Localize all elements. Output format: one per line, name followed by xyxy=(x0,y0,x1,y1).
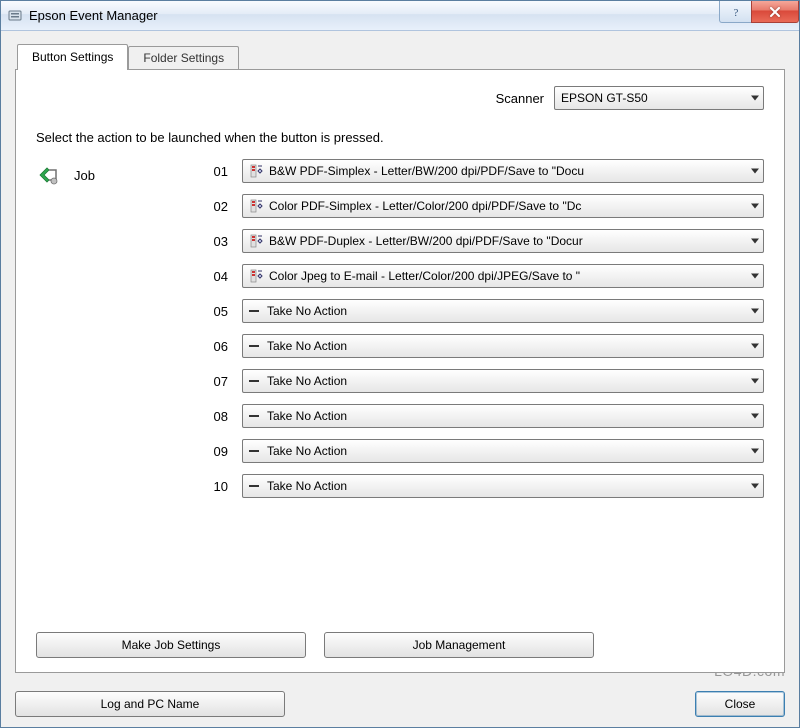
scanner-select[interactable]: EPSON GT-S50 xyxy=(554,86,764,110)
job-select[interactable]: Take No Action xyxy=(242,369,764,393)
job-management-button[interactable]: Job Management xyxy=(324,632,594,658)
job-select-value: Take No Action xyxy=(267,304,347,318)
job-select-value: Color Jpeg to E-mail - Letter/Color/200 … xyxy=(269,269,580,283)
chevron-down-icon xyxy=(751,309,759,314)
job-number: 05 xyxy=(206,304,228,319)
job-number: 06 xyxy=(206,339,228,354)
job-number: 02 xyxy=(206,199,228,214)
make-job-settings-button[interactable]: Make Job Settings xyxy=(36,632,306,658)
job-select[interactable]: Take No Action xyxy=(242,334,764,358)
chevron-down-icon xyxy=(751,344,759,349)
panel-button-row: Make Job Settings Job Management xyxy=(36,632,764,658)
job-row: 03 B&W PDF-Duplex - Letter/BW/200 dpi/PDF… xyxy=(206,229,764,253)
job-number: 07 xyxy=(206,374,228,389)
job-select[interactable]: Take No Action xyxy=(242,404,764,428)
tab-button-settings[interactable]: Button Settings xyxy=(17,44,128,70)
dash-icon xyxy=(249,345,259,347)
job-row: 01 B&W PDF-Simplex - Letter/BW/200 dpi/PD… xyxy=(206,159,764,183)
dash-icon xyxy=(249,310,259,312)
close-button[interactable]: Close xyxy=(695,691,785,717)
chevron-down-icon xyxy=(751,449,759,454)
preset-icon xyxy=(249,198,265,214)
log-pc-name-button[interactable]: Log and PC Name xyxy=(15,691,285,717)
bottom-bar: Log and PC Name Close xyxy=(1,683,799,727)
chevron-down-icon xyxy=(751,379,759,384)
job-area: Job 01 B&W PDF-Simplex - Letter/BW/200 dp… xyxy=(36,159,764,498)
job-number: 04 xyxy=(206,269,228,284)
job-number: 09 xyxy=(206,444,228,459)
job-row: 04 Color Jpeg to E-mail - Letter/Color/20… xyxy=(206,264,764,288)
preset-icon xyxy=(249,163,265,179)
job-select-value: Take No Action xyxy=(267,444,347,458)
job-select-value: Color PDF-Simplex - Letter/Color/200 dpi… xyxy=(269,199,581,213)
app-icon xyxy=(7,8,23,24)
chevron-down-icon xyxy=(751,484,759,489)
job-row: 02 Color PDF-Simplex - Letter/Color/200 d… xyxy=(206,194,764,218)
scanner-label: Scanner xyxy=(496,91,544,106)
job-select-value: Take No Action xyxy=(267,479,347,493)
job-row: 07 Take No Action xyxy=(206,369,764,393)
tab-strip: Button Settings Folder Settings xyxy=(17,44,785,70)
job-select[interactable]: Take No Action xyxy=(242,299,764,323)
tab-label: Folder Settings xyxy=(143,51,224,65)
chevron-down-icon xyxy=(751,96,759,101)
button-label: Job Management xyxy=(413,638,506,652)
job-number: 10 xyxy=(206,479,228,494)
titlebar: Epson Event Manager ? xyxy=(1,1,799,31)
help-button[interactable]: ? xyxy=(719,1,751,23)
chevron-down-icon xyxy=(751,204,759,209)
job-select-value: B&W PDF-Simplex - Letter/BW/200 dpi/PDF/… xyxy=(269,164,584,178)
job-select-value: Take No Action xyxy=(267,409,347,423)
chevron-down-icon xyxy=(751,239,759,244)
job-number: 08 xyxy=(206,409,228,424)
job-select[interactable]: Color PDF-Simplex - Letter/Color/200 dpi… xyxy=(242,194,764,218)
dash-icon xyxy=(249,415,259,417)
job-select[interactable]: Color Jpeg to E-mail - Letter/Color/200 … xyxy=(242,264,764,288)
dash-icon xyxy=(249,380,259,382)
job-select-value: B&W PDF-Duplex - Letter/BW/200 dpi/PDF/S… xyxy=(269,234,583,248)
dash-icon xyxy=(249,450,259,452)
job-rows: 01 B&W PDF-Simplex - Letter/BW/200 dpi/PD… xyxy=(206,159,764,498)
job-row: 09 Take No Action xyxy=(206,439,764,463)
chevron-down-icon xyxy=(751,274,759,279)
app-window: Epson Event Manager ? Button Settings Fo… xyxy=(0,0,800,728)
job-select[interactable]: Take No Action xyxy=(242,439,764,463)
titlebar-buttons: ? xyxy=(719,1,799,30)
scanner-value: EPSON GT-S50 xyxy=(561,91,648,105)
job-number: 03 xyxy=(206,234,228,249)
preset-icon xyxy=(249,268,265,284)
svg-text:?: ? xyxy=(733,7,738,18)
job-select-value: Take No Action xyxy=(267,339,347,353)
dash-icon xyxy=(249,485,259,487)
job-select[interactable]: Take No Action xyxy=(242,474,764,498)
job-row: 10 Take No Action xyxy=(206,474,764,498)
window-close-button[interactable] xyxy=(751,1,799,23)
job-icon xyxy=(36,163,60,187)
job-select-value: Take No Action xyxy=(267,374,347,388)
button-label: Log and PC Name xyxy=(101,697,200,711)
job-label: Job xyxy=(74,168,95,183)
tab-label: Button Settings xyxy=(32,50,113,64)
job-row: 06 Take No Action xyxy=(206,334,764,358)
window-title: Epson Event Manager xyxy=(29,8,719,23)
client-area: Button Settings Folder Settings Scanner … xyxy=(1,31,799,683)
job-number: 01 xyxy=(206,164,228,179)
tab-panel: Scanner EPSON GT-S50 Select the action t… xyxy=(15,69,785,673)
job-row: 05 Take No Action xyxy=(206,299,764,323)
job-select[interactable]: B&W PDF-Duplex - Letter/BW/200 dpi/PDF/S… xyxy=(242,229,764,253)
scanner-row: Scanner EPSON GT-S50 xyxy=(36,86,764,110)
button-label: Close xyxy=(725,697,756,711)
chevron-down-icon xyxy=(751,414,759,419)
button-label: Make Job Settings xyxy=(122,638,221,652)
job-label-column: Job xyxy=(36,159,206,187)
preset-icon xyxy=(249,233,265,249)
job-row: 08 Take No Action xyxy=(206,404,764,428)
chevron-down-icon xyxy=(751,169,759,174)
job-select[interactable]: B&W PDF-Simplex - Letter/BW/200 dpi/PDF/… xyxy=(242,159,764,183)
instruction-text: Select the action to be launched when th… xyxy=(36,130,764,145)
